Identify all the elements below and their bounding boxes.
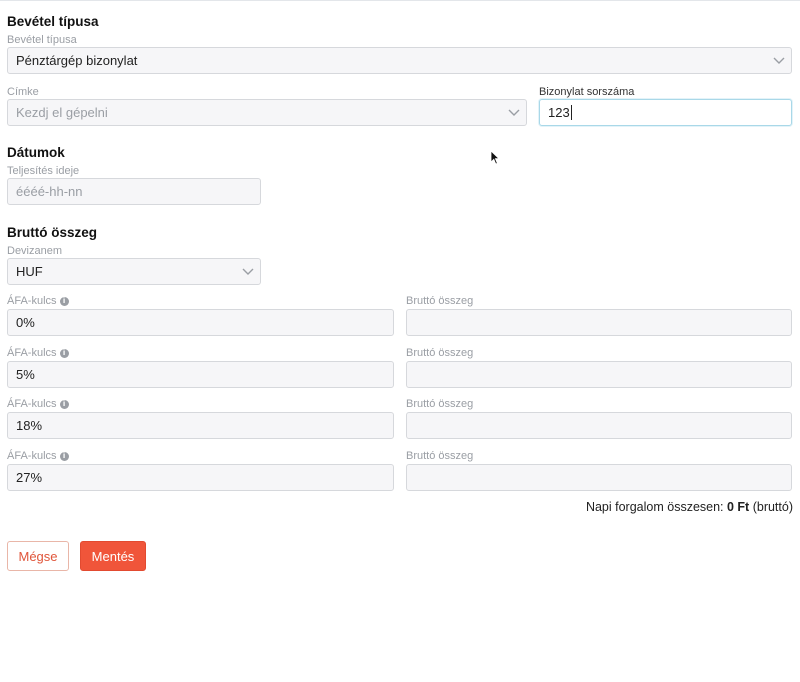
performance-date-label: Teljesítés ideje <box>7 165 80 177</box>
gross-amount-input[interactable] <box>406 361 792 388</box>
chevron-down-icon <box>508 109 520 116</box>
vat-rate-input[interactable]: 27% <box>7 464 394 491</box>
section-title-dates: Dátumok <box>7 145 65 160</box>
cancel-button[interactable]: Mégse <box>7 541 69 571</box>
info-icon[interactable]: i <box>59 348 69 358</box>
vat-rate-input[interactable]: 5% <box>7 361 394 388</box>
save-button[interactable]: Mentés <box>80 541 146 571</box>
mouse-pointer-icon <box>490 150 500 165</box>
gross-amount-input[interactable] <box>406 464 792 491</box>
receipt-number-value: 123 <box>548 105 570 120</box>
gross-amount-label: Bruttó összeg <box>406 450 474 462</box>
vat-rate-label: ÁFA-kulcs i <box>7 398 69 410</box>
section-title-income-type: Bevétel típusa <box>7 14 99 29</box>
gross-amount-input[interactable] <box>406 309 792 336</box>
receipt-number-label: Bizonylat sorszáma <box>539 86 635 98</box>
income-form: Bevétel típusa Bevétel típusa Pénztárgép… <box>0 0 800 682</box>
tag-select[interactable]: Kezdj el gépelni <box>7 99 527 126</box>
info-icon[interactable]: i <box>59 451 69 461</box>
vat-rate-input[interactable]: 0% <box>7 309 394 336</box>
vat-rate-label: ÁFA-kulcs i <box>7 347 69 359</box>
income-type-value: Pénztárgép bizonylat <box>16 53 138 68</box>
income-type-label: Bevétel típusa <box>7 34 77 46</box>
gross-amount-input[interactable] <box>406 412 792 439</box>
performance-date-input[interactable]: éééé-hh-nn <box>7 178 261 205</box>
vat-rate-value: 5% <box>16 367 35 382</box>
tag-placeholder: Kezdj el gépelni <box>16 105 108 120</box>
info-icon[interactable]: i <box>59 399 69 409</box>
section-title-gross: Bruttó összeg <box>7 225 98 240</box>
daily-total-summary: Napi forgalom összesen: 0 Ft (bruttó) <box>586 500 793 514</box>
currency-value: HUF <box>16 264 43 279</box>
gross-amount-label: Bruttó összeg <box>406 347 474 359</box>
performance-date-placeholder: éééé-hh-nn <box>16 184 83 199</box>
vat-rate-label: ÁFA-kulcs i <box>7 450 69 462</box>
daily-total-amount: 0 Ft <box>727 500 750 514</box>
vat-rate-value: 0% <box>16 315 35 330</box>
info-icon[interactable]: i <box>59 296 69 306</box>
tag-label: Címke <box>7 86 39 98</box>
gross-amount-label: Bruttó összeg <box>406 398 474 410</box>
gross-amount-label: Bruttó összeg <box>406 295 474 307</box>
vat-rate-label: ÁFA-kulcs i <box>7 295 69 307</box>
daily-total-prefix: Napi forgalom összesen: <box>585 500 727 514</box>
chevron-down-icon <box>773 57 785 64</box>
currency-select[interactable]: HUF <box>7 258 261 285</box>
text-caret <box>570 105 572 120</box>
income-type-select[interactable]: Pénztárgép bizonylat <box>7 47 792 74</box>
vat-rate-value: 27% <box>16 470 43 485</box>
chevron-down-icon <box>242 268 254 275</box>
currency-label: Devizanem <box>7 245 63 257</box>
receipt-number-input[interactable]: 123 <box>539 99 792 126</box>
vat-rate-value: 18% <box>16 418 43 433</box>
daily-total-suffix: (bruttó) <box>749 500 793 514</box>
vat-rate-input[interactable]: 18% <box>7 412 394 439</box>
